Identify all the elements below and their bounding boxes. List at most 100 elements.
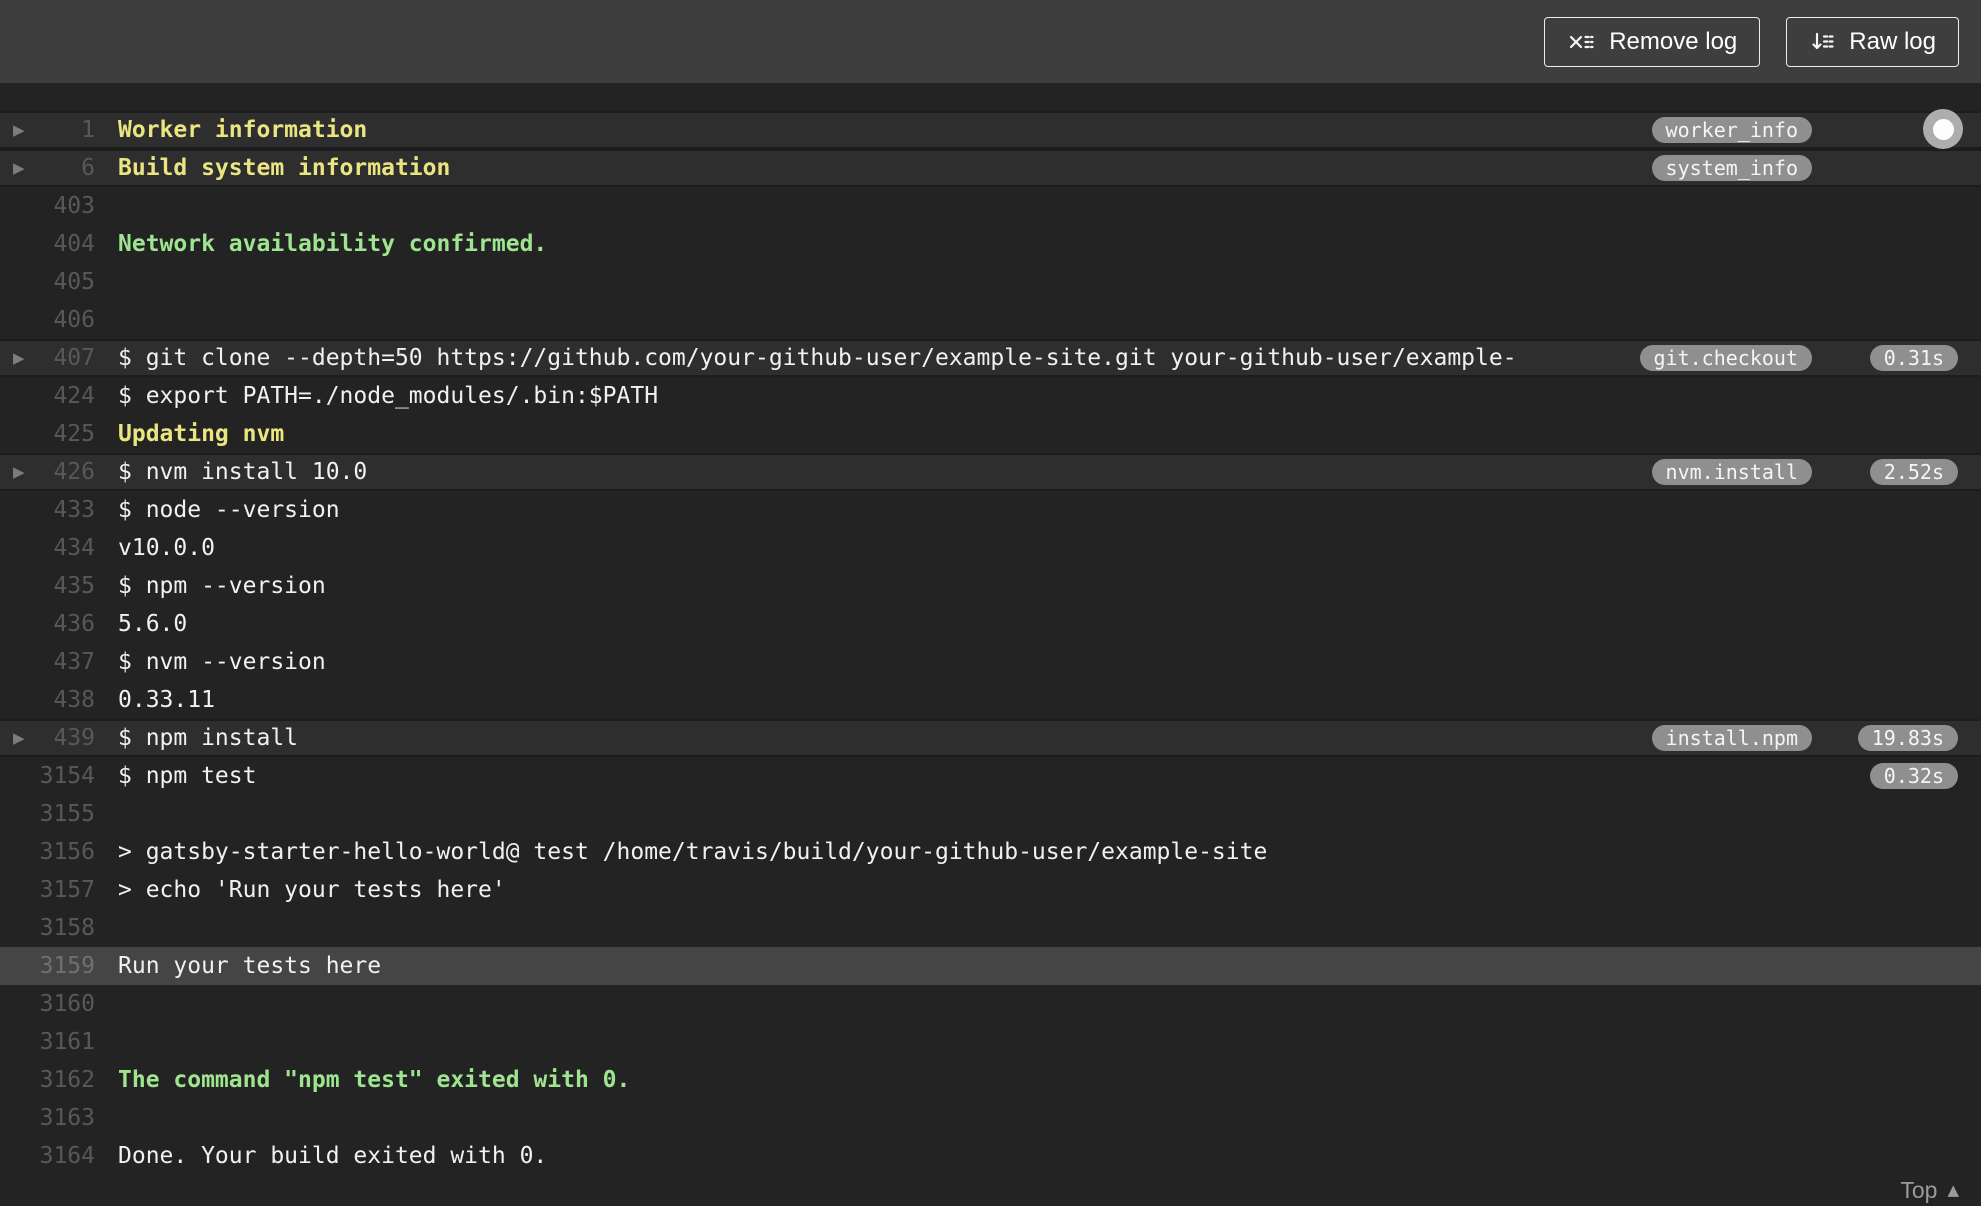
- log-text: The command "npm test" exited with 0.: [118, 1067, 631, 1093]
- log-row: ▶ 6 Build system information system_info: [0, 149, 1981, 187]
- line-number[interactable]: 3159: [0, 947, 95, 985]
- line-number[interactable]: 405: [0, 263, 95, 301]
- line-number[interactable]: 404: [0, 225, 95, 263]
- scroll-indicator[interactable]: [1923, 109, 1963, 149]
- line-number[interactable]: 438: [0, 681, 95, 719]
- log-row: 424 $ export PATH=./node_modules/.bin:$PA…: [0, 377, 1981, 415]
- log-row: ▶ 426 $ nvm install 10.0 nvm.install 2.52s: [0, 453, 1981, 491]
- log-text: Updating nvm: [118, 421, 285, 447]
- line-number[interactable]: 3160: [0, 985, 95, 1023]
- log-text: v10.0.0: [118, 535, 215, 561]
- duration-badge: 0.31s: [1869, 345, 1958, 371]
- log-text: $ nvm --version: [118, 649, 326, 675]
- line-number[interactable]: 3162: [0, 1061, 95, 1099]
- log-row: 433 $ node --version: [0, 491, 1981, 529]
- log-text: $ npm install: [118, 725, 299, 751]
- log-text: Network availability confirmed.: [118, 231, 548, 257]
- line-number[interactable]: 3155: [0, 795, 95, 833]
- log-row: 3164 Done. Your build exited with 0.: [0, 1137, 1981, 1175]
- line-number[interactable]: 406: [0, 301, 95, 339]
- log-text: $ nvm install 10.0: [118, 459, 368, 485]
- log-row: 405: [0, 263, 1981, 301]
- line-number[interactable]: 3158: [0, 909, 95, 947]
- line-number[interactable]: 433: [0, 491, 95, 529]
- log-text: Worker information: [118, 117, 368, 143]
- log-row: ▶ 439 $ npm install install.npm 19.83s: [0, 719, 1981, 757]
- line-number[interactable]: 3154: [0, 757, 95, 795]
- duration-badge: 2.52s: [1869, 459, 1958, 485]
- line-number[interactable]: 425: [0, 415, 95, 453]
- remove-log-icon: [1570, 35, 1594, 48]
- log-row: 3163: [0, 1099, 1981, 1137]
- fold-name-badge: git.checkout: [1639, 345, 1812, 371]
- line-number[interactable]: 439: [0, 719, 95, 757]
- log-row: 3160: [0, 985, 1981, 1023]
- log-row: 3156 > gatsby-starter-hello-world@ test /…: [0, 833, 1981, 871]
- scroll-indicator-dot: [1932, 118, 1954, 140]
- log-row: ▶ 1 Worker information worker_info: [0, 111, 1981, 149]
- log-row: 425 Updating nvm: [0, 415, 1981, 453]
- raw-log-label: Raw log: [1849, 27, 1936, 55]
- line-number[interactable]: 3156: [0, 833, 95, 871]
- build-log-view: Remove log Raw log ▶ 1 Worker information w…: [0, 0, 1981, 1206]
- log-row: ▶ 407 $ git clone --depth=50 https://githu…: [0, 339, 1981, 377]
- log-row: 435 $ npm --version: [0, 567, 1981, 605]
- log-text: $ node --version: [118, 497, 340, 523]
- log-text: Run your tests here: [118, 953, 382, 979]
- log-row: 3155: [0, 795, 1981, 833]
- duration-badge: 0.32s: [1869, 763, 1958, 789]
- line-number[interactable]: 6: [0, 149, 95, 187]
- line-number[interactable]: 434: [0, 529, 95, 567]
- log-row: 437 $ nvm --version: [0, 643, 1981, 681]
- remove-log-label: Remove log: [1609, 27, 1738, 55]
- log-footer: Top ▲: [0, 1175, 1981, 1206]
- log-header: Remove log Raw log: [0, 0, 1981, 83]
- line-number[interactable]: 1: [0, 111, 95, 149]
- line-number[interactable]: 435: [0, 567, 95, 605]
- duration-badge: 19.83s: [1857, 725, 1958, 751]
- log-row: 436 5.6.0: [0, 605, 1981, 643]
- line-number[interactable]: 3164: [0, 1137, 95, 1175]
- fold-name-badge: nvm.install: [1651, 459, 1812, 485]
- log-row: 3159 Run your tests here: [0, 947, 1981, 985]
- log-body: ▶ 1 Worker information worker_info ▶ 6 Build s…: [0, 83, 1981, 1175]
- log-text: Done. Your build exited with 0.: [118, 1143, 548, 1169]
- log-text: Build system information: [118, 155, 451, 181]
- log-row: 438 0.33.11: [0, 681, 1981, 719]
- line-number[interactable]: 3163: [0, 1099, 95, 1137]
- raw-log-button[interactable]: Raw log: [1786, 16, 1959, 67]
- log-text: > echo 'Run your tests here': [118, 877, 506, 903]
- log-row: 3158: [0, 909, 1981, 947]
- line-number[interactable]: 403: [0, 187, 95, 225]
- line-number[interactable]: 426: [0, 453, 95, 491]
- log-row: 3157 > echo 'Run your tests here': [0, 871, 1981, 909]
- log-row: 434 v10.0.0: [0, 529, 1981, 567]
- log-text: $ npm test: [118, 763, 257, 789]
- raw-log-icon: [1812, 32, 1834, 49]
- line-number[interactable]: 3157: [0, 871, 95, 909]
- log-text: $ export PATH=./node_modules/.bin:$PATH: [118, 383, 659, 409]
- fold-name-badge: system_info: [1651, 155, 1812, 181]
- log-row: 406: [0, 301, 1981, 339]
- top-link-label: Top: [1900, 1177, 1938, 1203]
- log-row: 3154 $ npm test 0.32s: [0, 757, 1981, 795]
- line-number[interactable]: 407: [0, 339, 95, 377]
- log-row: 403: [0, 187, 1981, 225]
- log-text: $ npm --version: [118, 573, 326, 599]
- log-text: 5.6.0: [118, 611, 188, 637]
- log-row: 3161: [0, 1023, 1981, 1061]
- log-text: > gatsby-starter-hello-world@ test /home…: [118, 839, 1268, 865]
- line-number[interactable]: 437: [0, 643, 95, 681]
- log-text: $ git clone --depth=50 https://github.co…: [118, 345, 1517, 371]
- back-to-top-link[interactable]: Top ▲: [1900, 1177, 1959, 1204]
- fold-name-badge: install.npm: [1651, 725, 1812, 751]
- log-text: 0.33.11: [118, 687, 215, 713]
- line-number[interactable]: 424: [0, 377, 95, 415]
- log-row: 404 Network availability confirmed.: [0, 225, 1981, 263]
- fold-name-badge: worker_info: [1651, 117, 1812, 143]
- line-number[interactable]: 3161: [0, 1023, 95, 1061]
- remove-log-button[interactable]: Remove log: [1544, 16, 1761, 67]
- log-row: 3162 The command "npm test" exited with 0…: [0, 1061, 1981, 1099]
- up-triangle-icon: ▲: [1947, 1181, 1959, 1199]
- line-number[interactable]: 436: [0, 605, 95, 643]
